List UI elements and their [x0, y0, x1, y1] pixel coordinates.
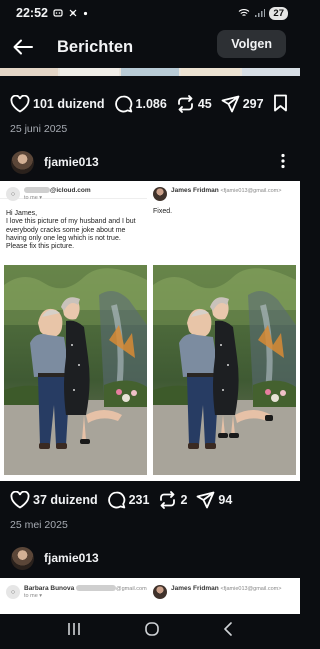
repost-icon	[160, 491, 176, 509]
mail-avatar	[153, 585, 167, 599]
reply-sender-email: <fjamie013@gmail.com>	[220, 586, 282, 592]
author-name[interactable]: fjamie013	[44, 551, 99, 565]
send-icon	[197, 491, 215, 509]
share-button[interactable]: 297	[221, 95, 264, 113]
battery-indicator: 27	[269, 6, 288, 20]
back-button[interactable]	[2, 26, 44, 68]
repost-button[interactable]: 45	[176, 95, 212, 113]
post-date: 25 mei 2025	[10, 519, 68, 531]
mail-avatar: ○	[6, 585, 20, 599]
more-options-button[interactable]	[280, 153, 286, 174]
email-left: ○ Barbara Bunova @gmail.com to me ▾	[6, 585, 147, 599]
blurred-sender	[76, 585, 117, 592]
post-image[interactable]: ○ @icloud.com to me ▾ Hi James, I love t…	[0, 181, 300, 481]
back-arrow-icon	[13, 39, 33, 55]
like-count: 101 duizend	[33, 97, 105, 111]
post-actions: 101 duizend 1.086 45 297	[0, 91, 300, 117]
bookmark-icon	[274, 94, 287, 112]
home-icon	[145, 622, 159, 636]
wifi-icon	[239, 9, 250, 16]
sender-domain: @gmail.com	[116, 586, 147, 592]
original-photo	[4, 265, 147, 475]
heart-icon	[10, 491, 30, 509]
repost-button[interactable]: 2	[158, 491, 187, 509]
author-name[interactable]: fjamie013	[44, 155, 99, 169]
email-left: ○ @icloud.com to me ▾ Hi James, I love t…	[6, 187, 146, 251]
mail-avatar: ○	[6, 187, 20, 201]
dot-icon	[83, 11, 88, 15]
repost-count: 45	[197, 97, 212, 111]
status-bar: 22:52 27	[0, 0, 300, 26]
reply-body: Fixed.	[153, 208, 173, 215]
repost-count: 2	[180, 493, 188, 507]
heart-icon	[10, 95, 30, 113]
page-title: Berichten	[57, 37, 134, 56]
comment-button[interactable]: 1.086	[114, 95, 167, 113]
back-icon	[224, 622, 232, 636]
email-right: James Fridman <fjamie013@gmail.com> Fixe…	[153, 187, 298, 215]
to-me-label: to me ▾	[24, 593, 43, 599]
share-count: 297	[242, 97, 264, 111]
to-me-label: to me ▾	[24, 195, 43, 201]
comment-icon	[107, 491, 125, 509]
sender-domain: @icloud.com	[50, 187, 91, 194]
reply-sender-email: <fjamie013@gmail.com>	[220, 188, 282, 194]
avatar[interactable]	[11, 546, 34, 570]
post-actions: 37 duizend 231 2 94	[0, 487, 300, 513]
home-button[interactable]	[144, 621, 160, 642]
post-date: 25 juni 2025	[10, 123, 68, 135]
comment-count: 1.086	[135, 97, 167, 111]
top-bar: Berichten Volgen	[0, 26, 300, 68]
previous-post-image[interactable]	[0, 68, 301, 76]
game-icon	[69, 9, 77, 17]
follow-button[interactable]: Volgen	[217, 30, 286, 58]
reply-sender: James Fridman	[171, 585, 219, 592]
status-time: 22:52	[16, 6, 48, 20]
like-count: 37 duizend	[33, 493, 98, 507]
system-back-button[interactable]	[222, 621, 234, 642]
comment-button[interactable]: 231	[107, 491, 150, 509]
share-count: 94	[218, 493, 233, 507]
email-right: James Fridman <fjamie013@gmail.com>	[153, 585, 281, 599]
send-icon	[221, 95, 240, 113]
sender-name: Barbara Bunova	[24, 585, 75, 592]
like-button[interactable]: 101 duizend	[10, 95, 105, 113]
recents-button[interactable]	[66, 622, 82, 641]
mail-avatar	[153, 187, 167, 201]
like-button[interactable]: 37 duizend	[10, 491, 98, 509]
share-button[interactable]: 94	[196, 491, 232, 509]
blurred-sender	[24, 187, 50, 194]
post-author-row: fjamie013	[0, 147, 300, 177]
comment-count: 231	[128, 493, 150, 507]
post-author-row: fjamie013	[0, 543, 300, 573]
signal-icon	[255, 9, 266, 17]
more-vertical-icon	[281, 153, 285, 169]
system-nav-bar	[0, 614, 300, 649]
comment-icon	[114, 95, 132, 113]
recents-icon	[68, 623, 80, 635]
avatar[interactable]	[11, 150, 34, 174]
notification-icon	[53, 9, 63, 17]
post-image[interactable]: ○ Barbara Bunova @gmail.com to me ▾ Jame…	[0, 578, 300, 614]
reply-sender: James Fridman	[171, 187, 219, 194]
email-body: Hi James, I love this picture of my husb…	[6, 210, 136, 251]
repost-icon	[177, 95, 193, 113]
bookmark-button[interactable]	[273, 94, 288, 115]
fixed-photo	[153, 265, 296, 475]
